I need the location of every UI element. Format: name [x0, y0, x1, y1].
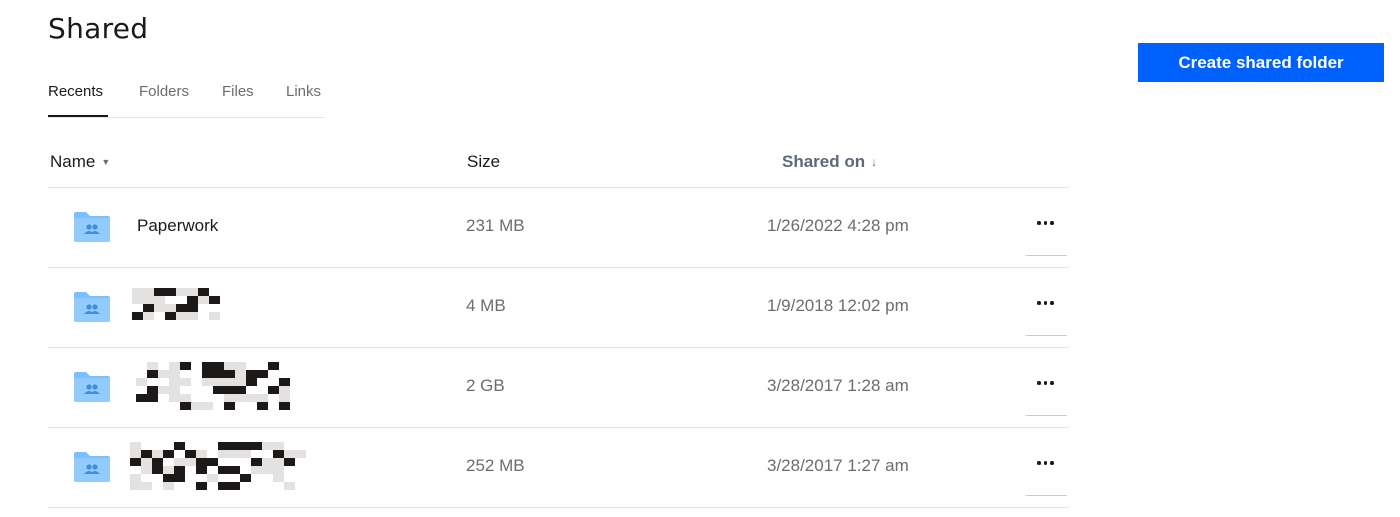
tab-folders[interactable]: Folders: [139, 83, 189, 100]
arrow-down-icon: ↓: [871, 155, 878, 169]
row-more-button[interactable]: [1026, 268, 1067, 336]
table-row[interactable]: Paperwork 231 MB 1/26/2022 4:28 pm: [48, 188, 1069, 268]
column-header-shared-on[interactable]: Shared on ↓: [782, 152, 877, 172]
more-horizontal-icon: [1037, 381, 1054, 385]
row-more-button[interactable]: [1026, 188, 1067, 256]
more-horizontal-icon: [1037, 301, 1054, 305]
tab-recents[interactable]: Recents: [48, 83, 103, 100]
shared-date: 3/28/2017 1:27 am: [767, 456, 909, 475]
row-more-button[interactable]: [1026, 348, 1067, 416]
table-row[interactable]: 4 MB 1/9/2018 12:02 pm: [48, 268, 1069, 348]
create-shared-folder-button[interactable]: Create shared folder: [1138, 43, 1384, 82]
shared-date: 1/26/2022 4:28 pm: [767, 216, 909, 235]
active-tab-indicator: [48, 115, 108, 117]
more-horizontal-icon: [1037, 221, 1054, 225]
redacted-file-name: [136, 362, 290, 410]
shared-folder-icon: [74, 292, 110, 322]
shared-folder-icon: [74, 452, 110, 482]
file-size: 231 MB: [466, 216, 525, 235]
shared-folder-icon: [74, 212, 110, 242]
redacted-file-name: [130, 442, 306, 490]
more-horizontal-icon: [1037, 461, 1054, 465]
shared-folder-icon: [74, 372, 110, 402]
tab-files[interactable]: Files: [222, 83, 254, 100]
column-header-size-label: Size: [467, 152, 501, 171]
column-header-name-label: Name: [50, 152, 96, 171]
column-header-name[interactable]: Name ▼: [50, 152, 110, 172]
table-header: Name ▼ Size Shared on ↓: [48, 140, 1069, 188]
shared-date: 1/9/2018 12:02 pm: [767, 296, 909, 315]
file-size: 4 MB: [466, 296, 506, 315]
file-name[interactable]: Paperwork: [137, 216, 218, 236]
redacted-file-name: [132, 288, 220, 320]
page-title: Shared: [48, 12, 149, 45]
shared-date: 3/28/2017 1:28 am: [767, 376, 909, 395]
tab-bar: Recents Folders Files Links: [48, 80, 325, 118]
tab-links[interactable]: Links: [286, 83, 321, 100]
table-row[interactable]: 252 MB 3/28/2017 1:27 am: [48, 428, 1069, 508]
column-header-size[interactable]: Size: [467, 152, 500, 172]
file-size: 252 MB: [466, 456, 525, 475]
table-row[interactable]: 2 GB 3/28/2017 1:28 am: [48, 348, 1069, 428]
column-header-shared-on-label: Shared on: [782, 152, 866, 171]
file-list: Paperwork 231 MB 1/26/2022 4:28 pm 4 MB …: [48, 188, 1069, 508]
row-more-button[interactable]: [1026, 428, 1067, 496]
caret-down-icon: ▼: [101, 157, 111, 167]
file-size: 2 GB: [466, 376, 505, 395]
